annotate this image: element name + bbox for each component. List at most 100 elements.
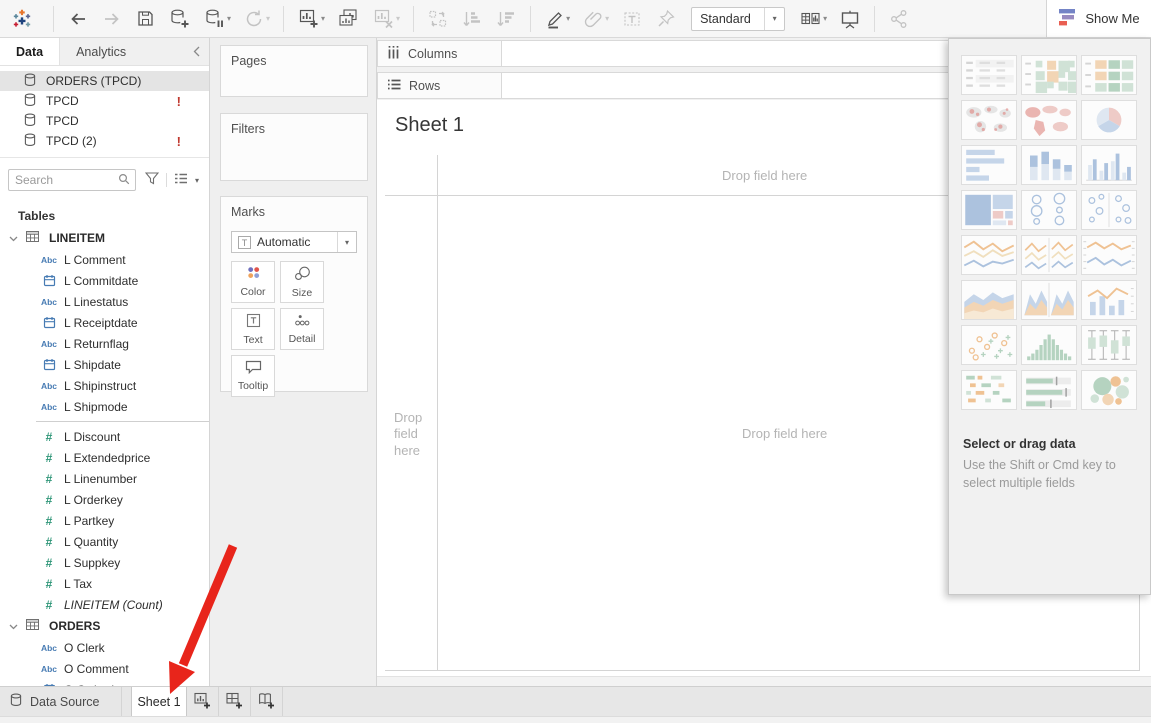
pause-updates-caret-icon[interactable]: ▾ [227, 14, 231, 23]
warning-icon[interactable]: ! [177, 94, 181, 109]
datasource-item[interactable]: TPCD! [0, 91, 209, 111]
text-button[interactable]: Text [231, 308, 275, 350]
field-item[interactable]: #L Partkey [0, 510, 209, 531]
mark-type-caret-icon[interactable]: ▾ [337, 232, 356, 252]
showme-packed-bubbles[interactable] [1081, 370, 1137, 410]
search-input[interactable] [15, 173, 118, 187]
clear-sheet-caret-icon[interactable]: ▾ [396, 14, 400, 23]
size-button[interactable]: Size [280, 261, 324, 303]
showme-area-discrete[interactable] [1021, 280, 1077, 320]
pages-shelf[interactable]: Pages [220, 45, 368, 97]
showme-side-by-side-bars[interactable] [1081, 145, 1137, 185]
showme-text-table[interactable] [961, 55, 1017, 95]
highlight-caret-icon[interactable]: ▾ [566, 14, 570, 23]
new-datasource-button[interactable] [164, 3, 195, 35]
field-item[interactable]: L Shipdate [0, 354, 209, 375]
datasource-item[interactable]: TPCD [0, 111, 209, 131]
showme-horizontal-bars[interactable] [961, 145, 1017, 185]
showme-stacked-bars[interactable] [1021, 145, 1077, 185]
field-item[interactable]: #L Linenumber [0, 468, 209, 489]
showme-treemap[interactable] [961, 190, 1017, 230]
pause-updates-button[interactable]: ▾ [199, 3, 235, 35]
fit-dropdown-caret-icon[interactable]: ▾ [764, 8, 784, 30]
sheet-1-tab[interactable]: Sheet 1 [131, 687, 187, 716]
show-me-button[interactable]: Show Me [1046, 0, 1151, 38]
new-worksheet-tab-button[interactable] [187, 687, 219, 716]
field-item[interactable]: AbcO Comment [0, 658, 209, 679]
drop-zone-view[interactable]: Drop field here [742, 426, 827, 441]
mark-type-dropdown[interactable]: T Automatic ▾ [231, 231, 357, 253]
new-dashboard-tab-button[interactable] [219, 687, 251, 716]
warning-icon[interactable]: ! [177, 134, 181, 149]
tab-analytics[interactable]: Analytics [60, 38, 142, 65]
showme-side-by-side-circles[interactable] [1081, 190, 1137, 230]
new-worksheet-caret-icon[interactable]: ▾ [321, 14, 325, 23]
showme-histogram[interactable] [1021, 325, 1077, 365]
showme-gantt-bar[interactable] [961, 370, 1017, 410]
datasource-item[interactable]: TPCD (2)! [0, 131, 209, 151]
field-item[interactable]: #L Extendedprice [0, 447, 209, 468]
showme-lines-discrete[interactable] [1021, 235, 1077, 275]
filter-fields-icon[interactable] [145, 172, 159, 188]
field-item[interactable]: AbcL Comment [0, 249, 209, 270]
field-item[interactable]: #L Discount [0, 426, 209, 447]
detail-button[interactable]: Detail [280, 308, 324, 350]
size-circles-icon [294, 266, 311, 284]
field-item[interactable]: L Receiptdate [0, 312, 209, 333]
showme-bullet-graph[interactable] [1021, 370, 1077, 410]
filters-shelf[interactable]: Filters [220, 113, 368, 181]
field-item[interactable]: #L Suppkey [0, 552, 209, 573]
cell-size-caret-icon[interactable]: ▾ [823, 14, 827, 23]
field-item[interactable]: AbcL Shipmode [0, 396, 209, 417]
chevron-down-icon[interactable] [9, 619, 18, 633]
run-updates-caret-icon[interactable]: ▾ [266, 14, 270, 23]
chevron-down-icon[interactable] [9, 231, 18, 245]
field-item[interactable]: O Orderdate [0, 679, 209, 686]
color-button[interactable]: Color [231, 261, 275, 303]
collapse-pane-icon[interactable] [184, 38, 209, 65]
highlight-button[interactable]: ▾ [540, 3, 574, 35]
showme-pie-chart[interactable] [1081, 100, 1137, 140]
tab-data[interactable]: Data [0, 38, 60, 65]
field-item[interactable]: #L Tax [0, 573, 209, 594]
canvas-scroll-strip[interactable] [377, 676, 1151, 686]
showme-area-continuous[interactable] [961, 280, 1017, 320]
field-item[interactable]: AbcL Returnflag [0, 333, 209, 354]
save-button[interactable] [131, 3, 160, 35]
table-group-lineitem[interactable]: LINEITEM [0, 227, 209, 249]
search-input-box[interactable] [8, 169, 136, 191]
view-options-caret-icon[interactable]: ▾ [195, 176, 199, 185]
field-item[interactable]: #L Orderkey [0, 489, 209, 510]
undo-button[interactable] [63, 3, 93, 35]
field-item[interactable]: #L Quantity [0, 531, 209, 552]
view-options-icon[interactable] [174, 173, 188, 187]
presentation-mode-button[interactable] [835, 3, 865, 35]
field-item[interactable]: AbcL Shipinstruct [0, 375, 209, 396]
tooltip-button[interactable]: Tooltip [231, 355, 275, 397]
showme-highlight-table[interactable] [1021, 55, 1077, 95]
drop-zone-rows[interactable]: Drop field here [394, 410, 422, 459]
field-item[interactable]: #LINEITEM (Count) [0, 594, 209, 615]
field-item[interactable]: AbcL Linestatus [0, 291, 209, 312]
field-item[interactable]: AbcO Clerk [0, 637, 209, 658]
cell-size-button[interactable]: ▾ [795, 3, 831, 35]
table-group-orders[interactable]: ORDERS [0, 615, 209, 637]
showme-filled-map[interactable] [1021, 100, 1077, 140]
field-item[interactable]: L Commitdate [0, 270, 209, 291]
showme-lines-continuous[interactable] [961, 235, 1017, 275]
showme-circle-views[interactable] [1021, 190, 1077, 230]
data-source-tab[interactable]: Data Source [0, 687, 122, 716]
showme-box-and-whisker[interactable] [1081, 325, 1137, 365]
new-story-tab-button[interactable] [251, 687, 283, 716]
drop-zone-columns[interactable]: Drop field here [722, 168, 807, 183]
group-members-caret-icon[interactable]: ▾ [605, 14, 609, 23]
new-worksheet-button[interactable]: ▾ [293, 3, 329, 35]
showme-heat-map[interactable] [1081, 55, 1137, 95]
duplicate-sheet-button[interactable] [333, 3, 364, 35]
fit-dropdown[interactable]: Standard▾ [691, 7, 785, 31]
showme-dual-combination[interactable] [1081, 280, 1137, 320]
showme-scatter-plot[interactable] [961, 325, 1017, 365]
showme-dual-lines[interactable] [1081, 235, 1137, 275]
datasource-item[interactable]: ORDERS (TPCD) [0, 71, 209, 91]
showme-symbol-map[interactable] [961, 100, 1017, 140]
